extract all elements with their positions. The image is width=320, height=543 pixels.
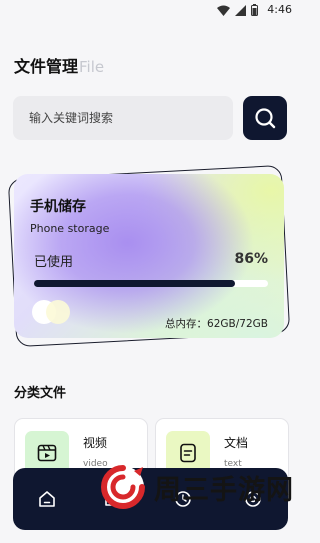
watermark-logo-icon xyxy=(101,465,145,509)
storage-progress-fill xyxy=(34,280,236,287)
watermark-text: 周三手游网 xyxy=(154,474,294,506)
nav-home[interactable] xyxy=(37,489,57,509)
video-icon xyxy=(37,444,57,462)
storage-total: 总内存：62GB/72GB xyxy=(165,318,268,330)
storage-title: 手机储存 xyxy=(30,199,86,215)
decorative-dot xyxy=(46,300,70,324)
storage-used-label: 已使用 xyxy=(34,255,74,270)
page-title-subtitle: File xyxy=(79,58,105,76)
status-icons xyxy=(217,4,258,16)
category-video-label: 视频 xyxy=(83,436,108,450)
page-title-text: 文件管理 xyxy=(14,57,79,76)
search-box[interactable] xyxy=(13,96,233,140)
home-icon xyxy=(39,491,55,507)
watermark: 周三手游网 xyxy=(98,463,294,511)
categories-title: 分类文件 xyxy=(14,386,67,401)
search-button[interactable] xyxy=(243,96,287,140)
wifi-icon xyxy=(217,5,230,16)
storage-percent: 86% xyxy=(234,251,268,267)
category-document-label: 文档 xyxy=(224,436,249,450)
status-time: 4:46 xyxy=(267,3,292,16)
page-title: 文件管理File xyxy=(14,53,104,77)
search-input[interactable] xyxy=(27,110,221,126)
storage-card[interactable]: 手机储存 Phone storage 已使用 86% 总内存：62GB/72GB xyxy=(14,174,284,338)
status-bar: 4:46 xyxy=(0,0,300,22)
storage-progress-track xyxy=(34,280,268,287)
signal-icon xyxy=(235,4,246,16)
search-icon xyxy=(255,108,276,129)
battery-icon xyxy=(251,4,258,16)
document-icon xyxy=(180,443,196,463)
storage-subtitle: Phone storage xyxy=(30,222,110,235)
